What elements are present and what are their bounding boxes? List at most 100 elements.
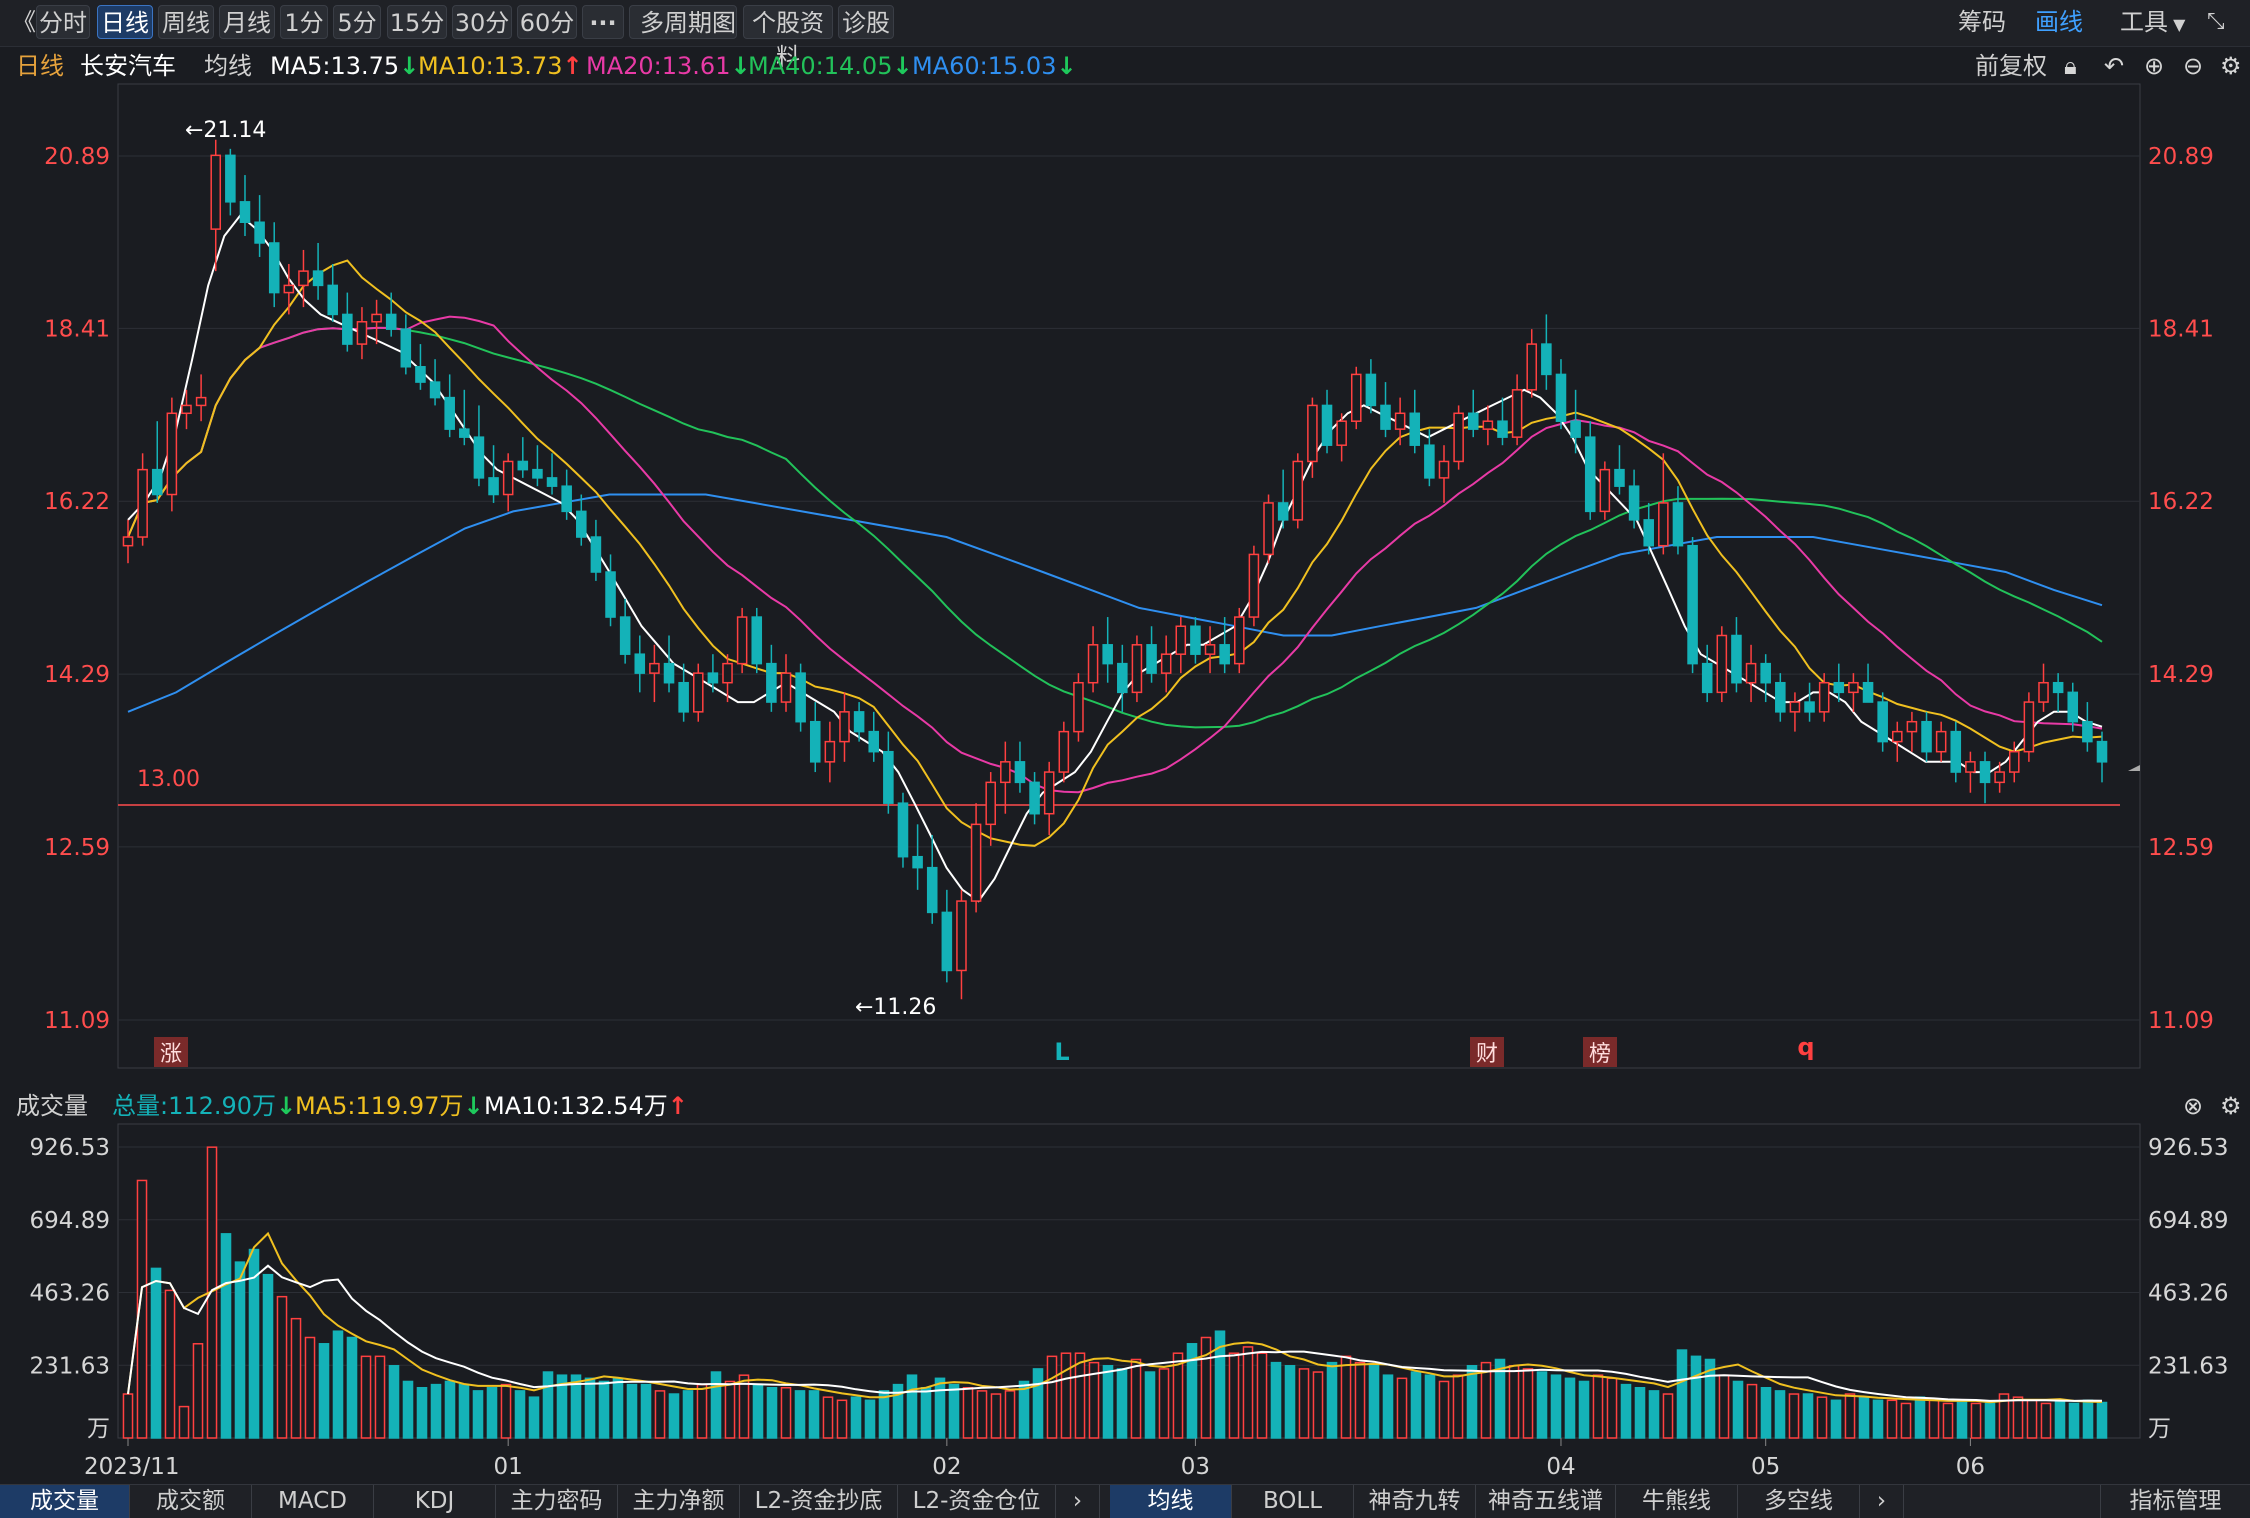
candle[interactable] [298, 270, 309, 287]
candle[interactable] [1833, 681, 1845, 694]
volume-bar[interactable] [1606, 1377, 1618, 1439]
volume-bar[interactable] [1620, 1383, 1632, 1439]
candle[interactable] [137, 468, 148, 538]
volume-bar[interactable] [724, 1380, 736, 1439]
candle[interactable] [1511, 389, 1523, 438]
tab-main-net[interactable]: 主力净额 [618, 1485, 740, 1518]
candle[interactable] [1438, 460, 1450, 479]
candle[interactable] [532, 468, 543, 479]
candle[interactable] [1146, 644, 1157, 674]
candle[interactable] [853, 711, 865, 733]
candle[interactable] [546, 477, 558, 487]
candle[interactable] [1277, 502, 1289, 521]
candle[interactable] [2023, 701, 2035, 753]
volume-bar[interactable] [1354, 1361, 1366, 1439]
candle[interactable] [751, 616, 763, 665]
candle[interactable] [1409, 412, 1421, 446]
candle[interactable] [1994, 771, 2005, 784]
tab-main-code[interactable]: 主力密码 [496, 1485, 618, 1518]
volume-bar[interactable] [1424, 1374, 1436, 1439]
volume-bar[interactable] [1242, 1346, 1254, 1439]
volume-bar[interactable] [1340, 1355, 1352, 1439]
volume-bar[interactable] [780, 1386, 792, 1439]
volume-bar[interactable] [2012, 1396, 2024, 1439]
candle[interactable] [327, 284, 338, 316]
volume-bar[interactable] [836, 1399, 848, 1439]
candle[interactable] [1219, 644, 1230, 665]
candle[interactable] [619, 616, 631, 655]
volume-bar[interactable] [416, 1386, 428, 1439]
volume-bar[interactable] [1634, 1386, 1646, 1439]
volume-bar[interactable] [1984, 1402, 1996, 1439]
volume-bar[interactable] [262, 1273, 274, 1439]
volume-bar[interactable] [794, 1390, 806, 1439]
tab-bull-bear[interactable]: 牛熊线 [1616, 1485, 1738, 1518]
candle[interactable] [1687, 544, 1698, 665]
indicator-manage-button[interactable]: 指标管理 [2100, 1485, 2250, 1518]
volume-bar[interactable] [1508, 1365, 1520, 1439]
tab-l2-bottom[interactable]: L2-资金抄底 [740, 1485, 898, 1518]
candle[interactable] [780, 672, 792, 703]
volume-bar[interactable] [1480, 1361, 1492, 1439]
candle[interactable] [151, 468, 163, 496]
candle[interactable] [1234, 616, 1245, 665]
volume-bar[interactable] [934, 1377, 946, 1439]
volume-bar[interactable] [1284, 1365, 1296, 1439]
volume-bar[interactable] [1326, 1361, 1338, 1439]
candle[interactable] [912, 855, 923, 869]
candle[interactable] [1190, 625, 1201, 655]
volume-bar[interactable] [1900, 1402, 1912, 1439]
candle[interactable] [1014, 761, 1026, 784]
candle[interactable] [678, 681, 689, 713]
candle[interactable] [254, 221, 265, 244]
volume-bar[interactable] [668, 1393, 680, 1439]
volume-bar[interactable] [458, 1383, 470, 1439]
volume-bar[interactable] [1956, 1399, 1968, 1439]
volume-bar[interactable] [1774, 1390, 1786, 1439]
candle[interactable] [1467, 412, 1479, 430]
candle[interactable] [707, 672, 719, 684]
volume-bar[interactable] [1746, 1383, 1758, 1439]
candle[interactable] [1263, 502, 1274, 556]
volume-bar[interactable] [1046, 1355, 1058, 1439]
candle[interactable] [926, 866, 938, 914]
candle[interactable] [385, 313, 397, 330]
candle[interactable] [1628, 485, 1640, 521]
volume-bar[interactable] [1788, 1393, 1800, 1439]
candle[interactable] [444, 396, 455, 430]
tab-l2-position[interactable]: L2-资金仓位 [898, 1485, 1056, 1518]
candle[interactable] [1482, 420, 1494, 430]
candle[interactable] [356, 321, 368, 345]
candle[interactable] [605, 571, 616, 618]
candle[interactable] [1965, 761, 1976, 773]
volume-bar[interactable] [1004, 1390, 1016, 1439]
volume-bar[interactable] [808, 1390, 820, 1439]
candle[interactable] [268, 242, 280, 294]
tab-long-short[interactable]: 多空线 [1738, 1485, 1860, 1518]
candle[interactable] [634, 653, 646, 674]
candle[interactable] [839, 711, 850, 743]
candle[interactable] [502, 460, 514, 496]
candle[interactable] [809, 720, 821, 763]
volume-bar[interactable] [332, 1330, 344, 1439]
chevron-right-icon[interactable]: › [1860, 1485, 1904, 1518]
candle[interactable] [1745, 662, 1757, 684]
volume-bar[interactable] [1802, 1393, 1814, 1439]
volume-bar[interactable] [920, 1386, 932, 1439]
volume-bar[interactable] [1032, 1368, 1044, 1439]
candle[interactable] [1248, 553, 1260, 618]
volume-bar[interactable] [360, 1355, 372, 1439]
candle[interactable] [415, 366, 426, 383]
volume-bar[interactable] [346, 1336, 358, 1439]
volume-bar[interactable] [710, 1371, 722, 1439]
volume-bar[interactable] [178, 1405, 190, 1439]
candle[interactable] [1102, 644, 1113, 665]
chevron-right-icon[interactable]: › [1056, 1485, 1100, 1518]
volume-bar[interactable] [696, 1383, 708, 1439]
candle[interactable] [1131, 644, 1143, 694]
volume-bar[interactable] [1256, 1352, 1268, 1439]
mark-q[interactable]: q [1797, 1033, 1814, 1061]
volume-bar[interactable] [276, 1295, 288, 1439]
volume-bar[interactable] [1144, 1371, 1156, 1439]
candle[interactable] [1716, 634, 1728, 694]
